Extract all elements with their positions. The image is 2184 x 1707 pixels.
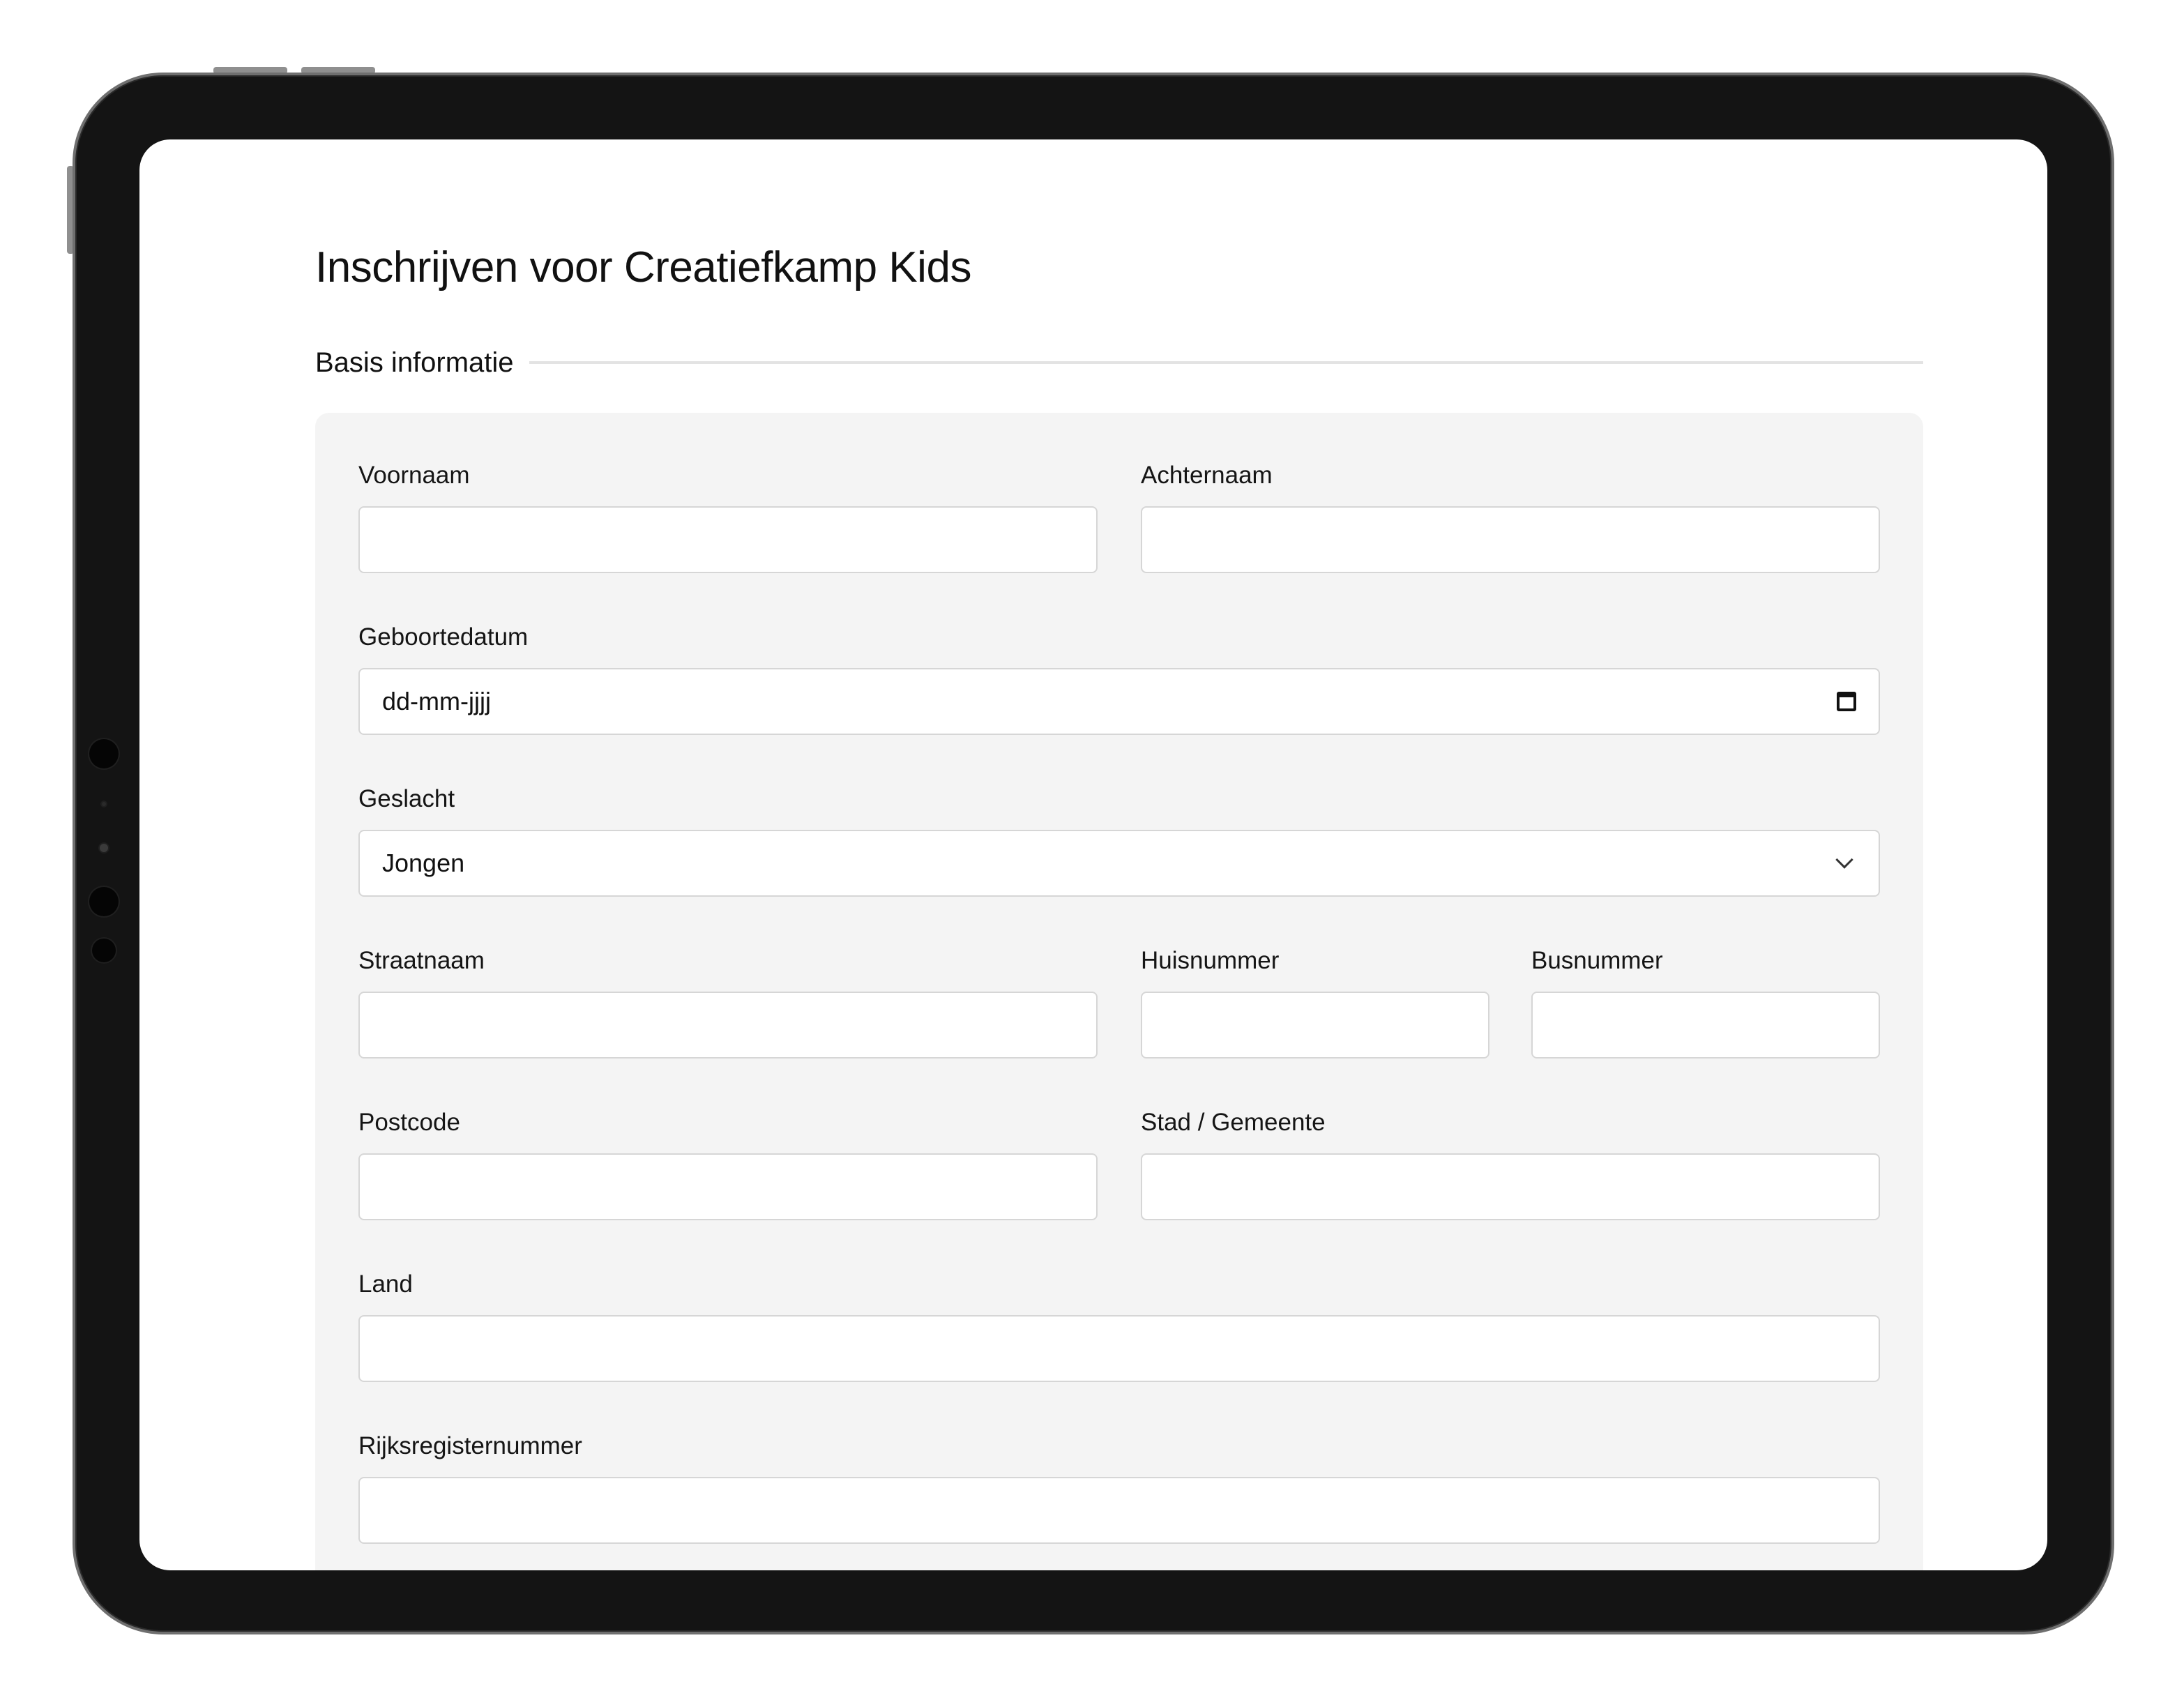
sensor-dot — [102, 802, 106, 806]
busnummer-input[interactable] — [1531, 992, 1880, 1059]
registration-form: Voornaam Achternaam Geboortedatum dd-mm-… — [315, 413, 1923, 1570]
section-title: Basis informatie — [315, 347, 514, 378]
voornaam-input[interactable] — [358, 506, 1098, 573]
section-divider — [529, 361, 1923, 364]
geboortedatum-placeholder: dd-mm-jjjj — [382, 687, 491, 715]
land-input[interactable] — [358, 1315, 1880, 1382]
stad-input[interactable] — [1141, 1153, 1880, 1220]
achternaam-input[interactable] — [1141, 506, 1880, 573]
geslacht-select[interactable]: Jongen — [358, 830, 1880, 897]
page-title: Inschrijven voor Creatiefkamp Kids — [315, 243, 971, 291]
achternaam-label: Achternaam — [1141, 462, 1273, 489]
chevron-down-icon — [1835, 851, 1853, 869]
camera-dot — [89, 739, 119, 768]
voornaam-label: Voornaam — [358, 462, 470, 489]
camera-dot — [89, 887, 119, 916]
postcode-label: Postcode — [358, 1109, 460, 1136]
huisnummer-input[interactable] — [1141, 992, 1489, 1059]
stad-label: Stad / Gemeente — [1141, 1109, 1326, 1136]
straatnaam-input[interactable] — [358, 992, 1098, 1059]
geboortedatum-input[interactable]: dd-mm-jjjj — [358, 668, 1880, 735]
geslacht-label: Geslacht — [358, 785, 455, 812]
geboortedatum-label: Geboortedatum — [358, 623, 529, 651]
sensor-dot — [100, 844, 108, 852]
rijksregisternummer-input[interactable] — [358, 1477, 1880, 1544]
camera-dot — [92, 939, 116, 962]
land-label: Land — [358, 1270, 413, 1298]
busnummer-label: Busnummer — [1531, 947, 1663, 974]
tablet-screen: Inschrijven voor Creatiefkamp Kids Basis… — [139, 139, 2047, 1570]
rijksregisternummer-label: Rijksregisternummer — [358, 1432, 582, 1459]
huisnummer-label: Huisnummer — [1141, 947, 1280, 974]
calendar-icon[interactable] — [1837, 692, 1856, 711]
geslacht-selected-value: Jongen — [382, 849, 465, 877]
straatnaam-label: Straatnaam — [358, 947, 485, 974]
postcode-input[interactable] — [358, 1153, 1098, 1220]
section-header: Basis informatie — [315, 342, 1923, 384]
